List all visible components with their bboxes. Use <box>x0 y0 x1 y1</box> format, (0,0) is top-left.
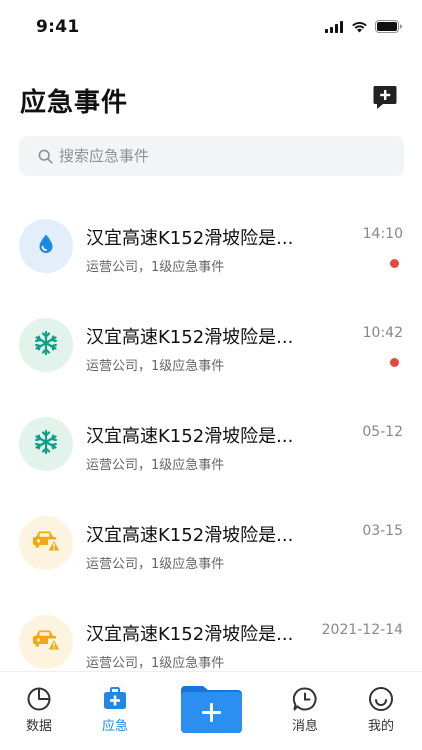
header: 应急事件 <box>0 78 422 122</box>
event-avatar <box>19 516 73 570</box>
event-subtitle: 运营公司，1级应急事件 <box>86 359 225 374</box>
event-avatar <box>19 615 73 669</box>
cellular-signal-icon <box>325 18 344 37</box>
tab-emergency[interactable]: 应急 <box>80 672 150 750</box>
snowflake-icon <box>33 429 59 459</box>
add-event-button[interactable] <box>372 84 398 110</box>
search-bar[interactable] <box>19 136 404 176</box>
search-icon <box>38 149 53 164</box>
event-list-item[interactable]: 汉宜高速K152滑坡险是... 运营公司，1级应急事件 10:42 <box>0 289 422 388</box>
status-icons <box>325 18 402 37</box>
page-title: 应急事件 <box>20 88 129 118</box>
event-time: 03-15 <box>362 523 403 539</box>
search-input[interactable] <box>59 147 379 165</box>
event-title: 汉宜高速K152滑坡险是... <box>86 327 294 348</box>
event-subtitle: 运营公司，1级应急事件 <box>86 458 225 473</box>
event-list: 汉宜高速K152滑坡险是... 运营公司，1级应急事件 14:10 汉宜高速K1… <box>0 190 422 685</box>
battery-icon <box>375 18 402 37</box>
first-aid-kit-icon <box>101 685 129 713</box>
unread-dot <box>390 358 399 367</box>
status-bar: 9:41 <box>0 0 422 54</box>
event-title: 汉宜高速K152滑坡险是... <box>86 228 294 249</box>
create-event-button[interactable] <box>181 686 242 733</box>
event-subtitle: 运营公司，1级应急事件 <box>86 260 225 275</box>
event-time: 14:10 <box>362 226 403 242</box>
tab-mine-label: 我的 <box>367 719 394 734</box>
tab-emergency-label: 应急 <box>101 719 128 734</box>
snowflake-icon <box>33 330 59 360</box>
event-time: 05-12 <box>362 424 403 440</box>
event-time: 2021-12-14 <box>321 622 403 638</box>
event-title: 汉宜高速K152滑坡险是... <box>86 624 294 645</box>
event-title: 汉宜高速K152滑坡险是... <box>86 525 294 546</box>
add-folder-icon <box>181 686 242 737</box>
event-title: 汉宜高速K152滑坡险是... <box>86 426 294 447</box>
car-accident-icon <box>31 528 61 558</box>
tab-data[interactable]: 数据 <box>4 672 74 750</box>
event-list-item[interactable]: 汉宜高速K152滑坡险是... 运营公司，1级应急事件 14:10 <box>0 190 422 289</box>
unread-dot <box>390 259 399 268</box>
event-subtitle: 运营公司，1级应急事件 <box>86 557 225 572</box>
tab-bar: 数据 应急 消息 我的 <box>0 671 422 750</box>
tab-data-label: 数据 <box>25 719 52 734</box>
tab-mine[interactable]: 我的 <box>346 672 416 750</box>
status-time: 9:41 <box>36 17 80 37</box>
water-drop-icon <box>34 232 58 260</box>
event-list-item[interactable]: 汉宜高速K152滑坡险是... 运营公司，1级应急事件 03-15 <box>0 487 422 586</box>
event-avatar <box>19 417 73 471</box>
smiley-icon <box>367 685 395 713</box>
wifi-icon <box>351 18 368 37</box>
pie-chart-icon <box>25 685 53 713</box>
event-avatar <box>19 318 73 372</box>
event-subtitle: 运营公司，1级应急事件 <box>86 656 225 671</box>
add-message-icon <box>372 86 398 114</box>
event-list-item[interactable]: 汉宜高速K152滑坡险是... 运营公司，1级应急事件 05-12 <box>0 388 422 487</box>
event-time: 10:42 <box>362 325 403 341</box>
tab-messages[interactable]: 消息 <box>270 672 340 750</box>
car-accident-icon <box>31 627 61 657</box>
event-avatar <box>19 219 73 273</box>
message-clock-icon <box>291 685 319 713</box>
tab-messages-label: 消息 <box>291 719 318 734</box>
